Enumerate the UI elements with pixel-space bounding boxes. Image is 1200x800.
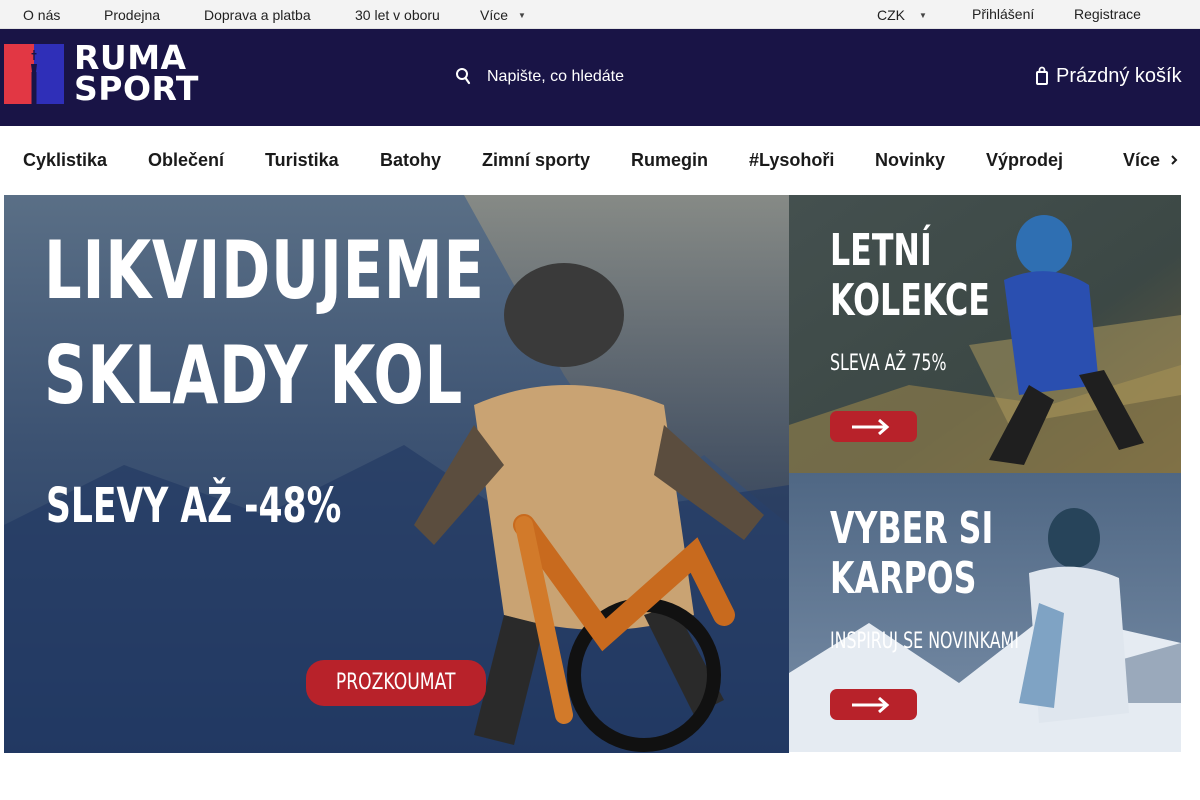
- hero-headline-line-2: SKLADY KOL: [44, 329, 464, 422]
- site-header: RUMA SPORT Napište, co hledáte Prázdný k…: [0, 29, 1200, 126]
- arrow-right-icon: [852, 697, 890, 713]
- nav-item-cycling[interactable]: Cyklistika: [23, 150, 107, 171]
- logo-line-2: SPORT: [74, 69, 199, 108]
- topbar-link-30-years[interactable]: 30 let v oboru: [355, 7, 440, 23]
- nav-item-sale[interactable]: Výprodej: [986, 150, 1063, 171]
- summer-collection-subtitle: SLEVA AŽ 75%: [830, 351, 947, 376]
- nav-item-backpacks[interactable]: Batohy: [380, 150, 441, 171]
- explore-button[interactable]: PROZKOUMAT: [306, 660, 486, 706]
- karpos-arrow-button[interactable]: [830, 689, 917, 720]
- main-navigation: Cyklistika Oblečení Turistika Batohy Zim…: [0, 126, 1200, 195]
- nav-item-clothing[interactable]: Oblečení: [148, 150, 224, 171]
- currency-label: CZK: [877, 7, 905, 23]
- nav-item-hiking[interactable]: Turistika: [265, 150, 339, 171]
- topbar-link-about[interactable]: O nás: [23, 7, 60, 23]
- logo-wordmark: RUMA SPORT: [74, 41, 199, 108]
- login-link[interactable]: Přihlášení: [972, 6, 1034, 22]
- nav-item-winter-sports[interactable]: Zimní sporty: [482, 150, 590, 171]
- search-icon[interactable]: [455, 66, 471, 86]
- topbar-link-shipping[interactable]: Doprava a platba: [204, 7, 311, 23]
- logo-mark-icon: [4, 44, 64, 104]
- side-banner-summer-collection[interactable]: LETNÍ KOLEKCE SLEVA AŽ 75%: [789, 195, 1181, 473]
- ruma-sport-logo[interactable]: RUMA SPORT: [4, 41, 222, 108]
- caret-down-icon: ▼: [919, 11, 927, 20]
- topbar-more-menu[interactable]: Více ▼: [480, 7, 526, 23]
- topbar-link-store[interactable]: Prodejna: [104, 7, 160, 23]
- search-placeholder: Napište, co hledáte: [487, 68, 624, 85]
- caret-down-icon: ▼: [518, 11, 526, 20]
- cart-label: Prázdný košík: [1056, 65, 1182, 87]
- topbar-more-label: Více: [480, 7, 509, 23]
- karpos-subtitle: INSPIRUJ SE NOVINKAMI: [830, 629, 1019, 654]
- top-utility-bar: O nás Prodejna Doprava a platba 30 let v…: [0, 0, 1200, 29]
- summer-collection-arrow-button[interactable]: [830, 411, 917, 442]
- summer-collection-title-line-1: LETNÍ: [830, 225, 932, 276]
- nav-more-label: Více: [1123, 150, 1161, 170]
- nav-item-more[interactable]: Více: [1123, 150, 1178, 171]
- hero-headline-line-1: LIKVIDUJEME: [44, 224, 485, 317]
- karpos-title-line-2: KARPOS: [830, 553, 977, 604]
- summer-collection-title-line-2: KOLEKCE: [830, 275, 990, 326]
- cart-icon: [1036, 66, 1048, 85]
- karpos-title-line-1: VYBER SI: [830, 503, 994, 554]
- hero-banner-bike-sale[interactable]: LIKVIDUJEME SKLADY KOL SLEVY AŽ -48% PRO…: [4, 195, 789, 753]
- explore-button-label: PROZKOUMAT: [336, 670, 456, 695]
- nav-item-lysohori[interactable]: #Lysohoři: [749, 150, 834, 171]
- hero-discount-text: SLEVY AŽ -48%: [46, 478, 342, 534]
- side-banner-karpos[interactable]: VYBER SI KARPOS INSPIRUJ SE NOVINKAMI: [789, 473, 1181, 752]
- arrow-right-icon: [852, 419, 890, 435]
- tower-icon: [31, 50, 37, 104]
- register-link[interactable]: Registrace: [1074, 6, 1141, 22]
- currency-selector[interactable]: CZK ▼: [877, 7, 927, 23]
- nav-item-new-arrivals[interactable]: Novinky: [875, 150, 945, 171]
- chevron-right-icon: [1171, 155, 1178, 165]
- nav-item-rumegin[interactable]: Rumegin: [631, 150, 708, 171]
